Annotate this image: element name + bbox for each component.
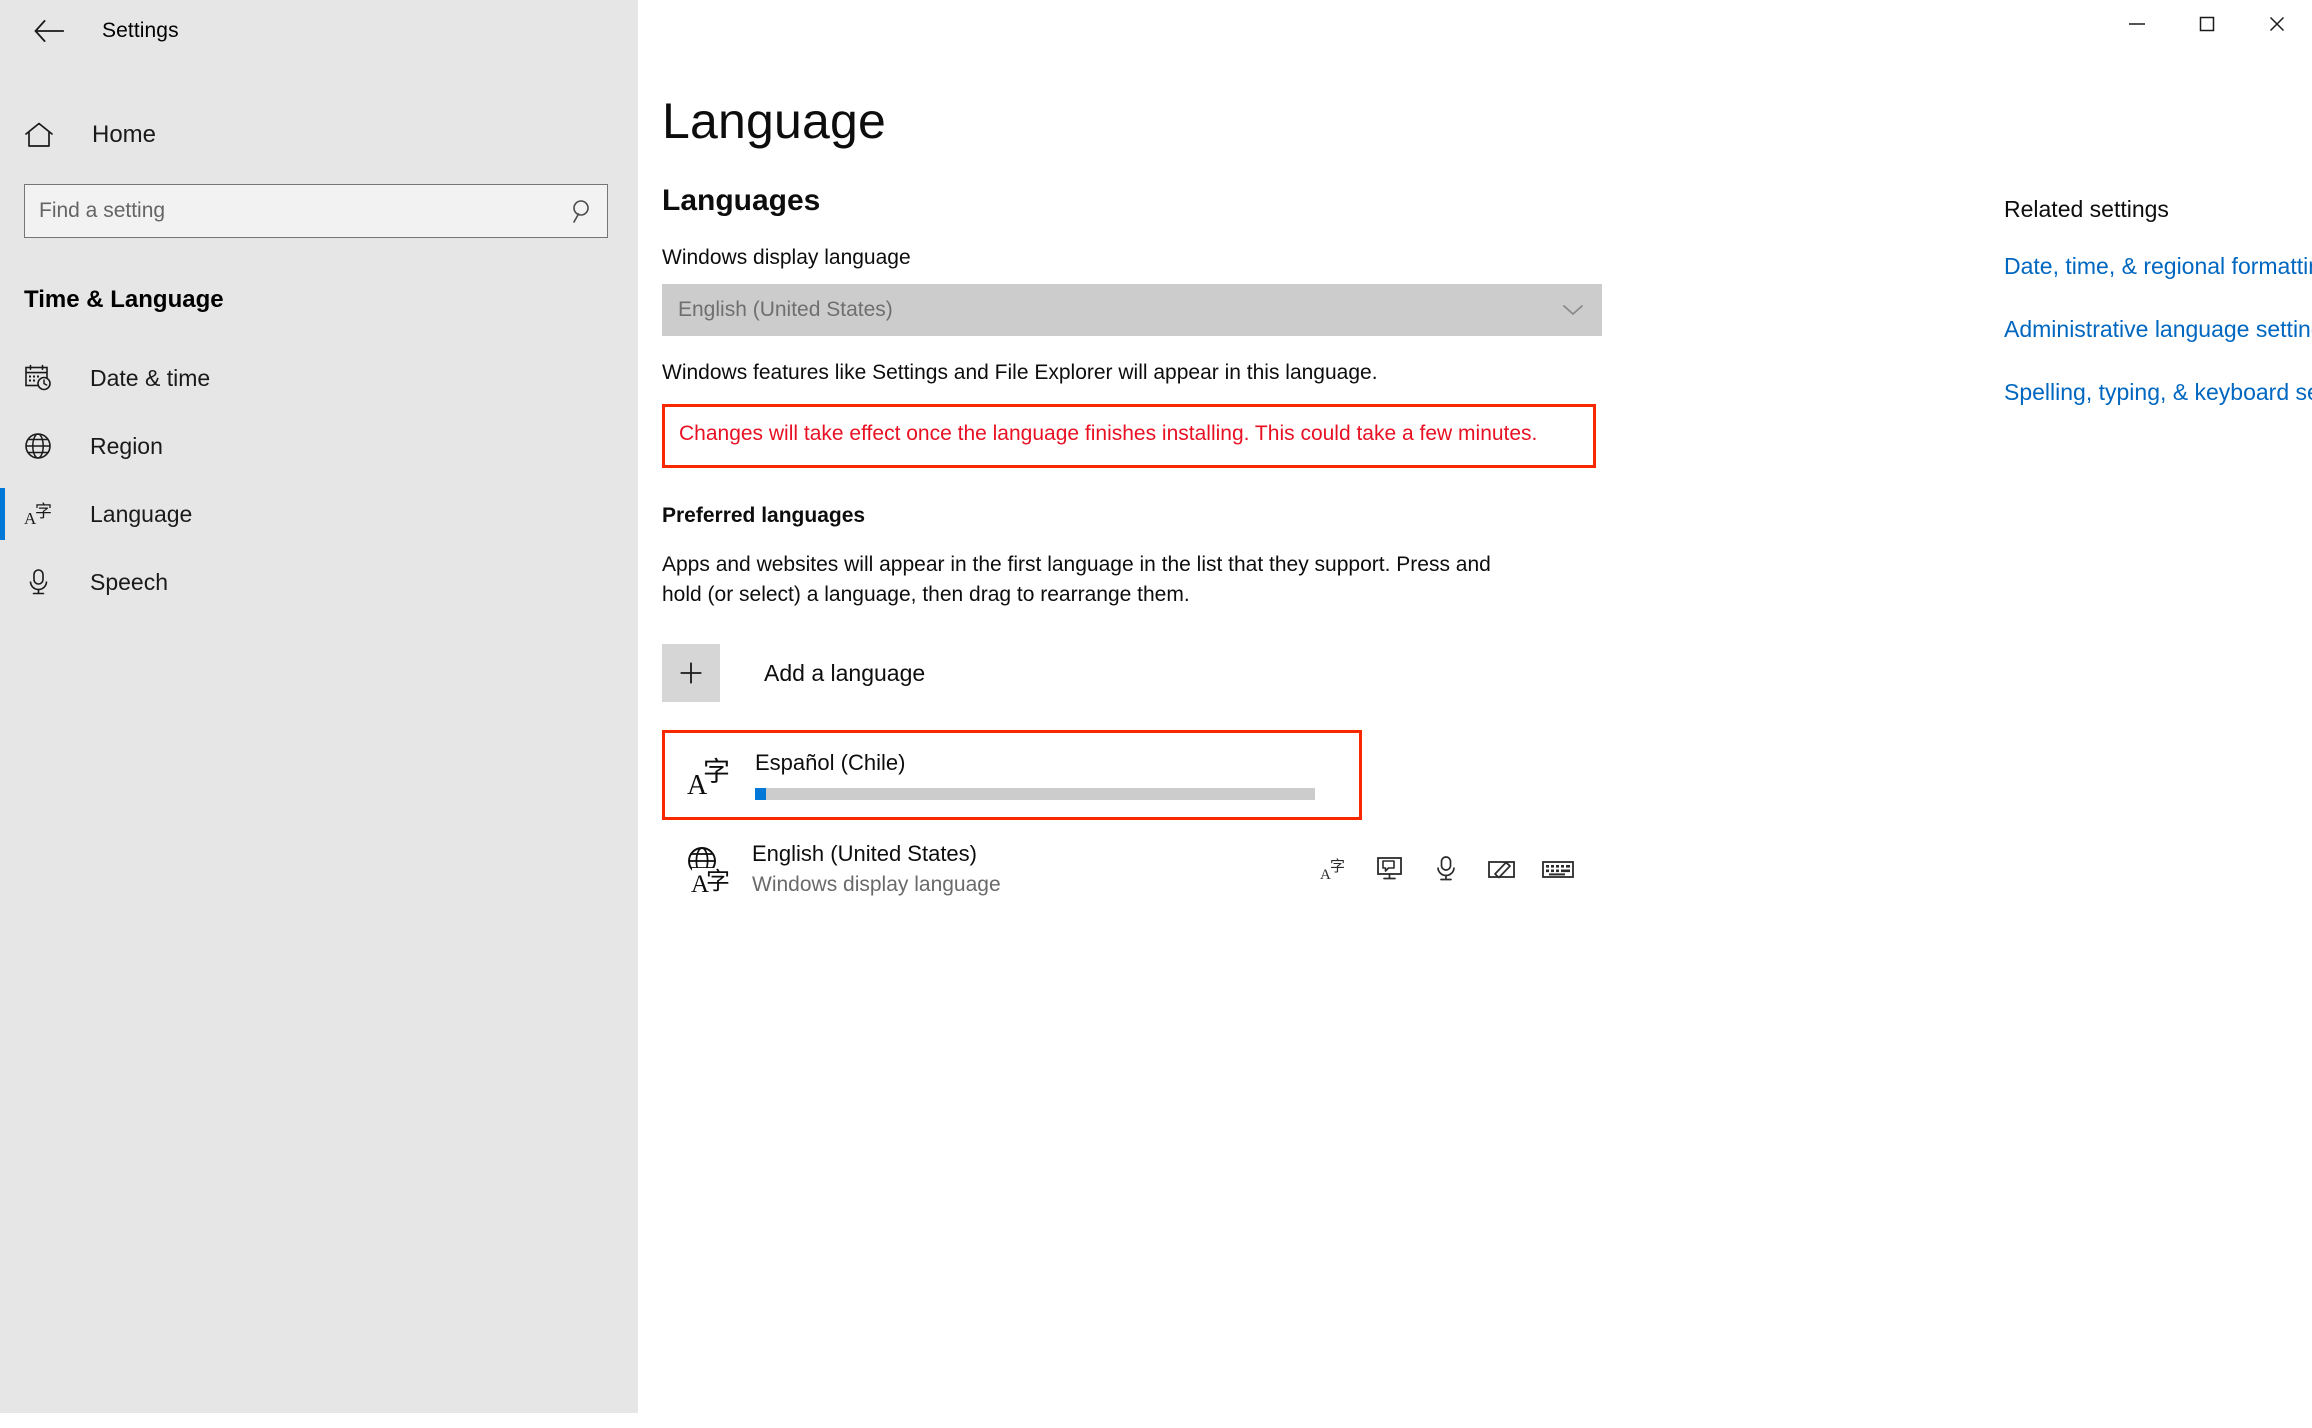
svg-text:字: 字 bbox=[1330, 857, 1345, 875]
sidebar-item-label: Home bbox=[92, 121, 157, 148]
language-info: English (United States) Windows display … bbox=[752, 841, 1314, 897]
search-box[interactable] bbox=[24, 184, 608, 238]
sidebar-nav: Date & time Region A 字 Language Speech bbox=[0, 344, 638, 616]
add-language-button[interactable]: Add a language bbox=[662, 644, 1142, 703]
related-link-date-time-regional[interactable]: Date, time, & regional formatting bbox=[2004, 253, 2312, 280]
sidebar-item-speech[interactable]: Speech bbox=[0, 548, 638, 616]
sidebar-item-label: Language bbox=[90, 500, 193, 527]
app-title: Settings bbox=[102, 19, 179, 42]
language-pack-icon[interactable]: A 字 bbox=[1314, 849, 1354, 889]
related-link-administrative-language[interactable]: Administrative language settings bbox=[2004, 316, 2312, 343]
settings-window: Settings Home Time & Language bbox=[0, 0, 2312, 1428]
preferred-languages-description: Apps and websites will appear in the fir… bbox=[662, 552, 1491, 606]
list-item[interactable]: A 字 English (United States) Windows disp… bbox=[662, 830, 1602, 908]
related-settings-title: Related settings bbox=[2004, 196, 2169, 222]
sidebar-item-language[interactable]: A 字 Language bbox=[0, 480, 638, 548]
language-name: English (United States) bbox=[752, 841, 977, 867]
sidebar-category-title: Time & Language bbox=[24, 286, 224, 313]
svg-text:字: 字 bbox=[35, 502, 52, 522]
related-link-spelling-typing-keyboard[interactable]: Spelling, typing, & keyboard settings bbox=[2004, 379, 2312, 406]
chevron-down-icon bbox=[1560, 302, 1586, 318]
language-subtitle: Windows display language bbox=[752, 873, 1001, 897]
selection-indicator bbox=[0, 488, 5, 540]
plus-icon bbox=[662, 644, 720, 703]
microphone-icon bbox=[24, 567, 68, 597]
display-language-label: Windows display language bbox=[662, 246, 911, 269]
text-to-speech-icon[interactable] bbox=[1370, 849, 1410, 889]
close-icon[interactable] bbox=[2242, 0, 2312, 48]
main-content: Language Languages Windows display langu… bbox=[638, 0, 2312, 1428]
language-info: Español (Chile) bbox=[755, 750, 1345, 801]
sidebar-item-label: Speech bbox=[90, 568, 169, 595]
language-name: Español (Chile) bbox=[755, 750, 906, 776]
language-pack-icon: A 字 bbox=[675, 749, 747, 801]
back-arrow-icon[interactable] bbox=[18, 6, 80, 56]
svg-text:字: 字 bbox=[706, 867, 730, 895]
display-language-dropdown[interactable]: English (United States) bbox=[662, 284, 1602, 336]
display-language-value: English (United States) bbox=[678, 298, 893, 321]
install-warning-text: Changes will take effect once the langua… bbox=[679, 421, 1538, 445]
home-icon bbox=[24, 121, 70, 149]
selection-indicator bbox=[0, 556, 5, 608]
selection-indicator bbox=[0, 352, 5, 404]
search-input[interactable] bbox=[25, 185, 559, 237]
preferred-languages-heading: Preferred languages bbox=[662, 503, 866, 527]
install-progress-fill bbox=[755, 788, 767, 801]
languages-section-heading: Languages bbox=[662, 184, 821, 217]
sidebar-item-home[interactable]: Home bbox=[0, 104, 638, 166]
install-progress-bar bbox=[755, 788, 1315, 801]
calendar-clock-icon bbox=[24, 363, 68, 393]
add-language-label: Add a language bbox=[764, 659, 926, 686]
page-title: Language bbox=[662, 93, 887, 149]
window-controls bbox=[2102, 0, 2312, 48]
preferred-languages-list: A 字 Español (Chile) A 字 English (United … bbox=[662, 730, 1842, 908]
speech-recognition-icon[interactable] bbox=[1426, 849, 1466, 889]
handwriting-icon[interactable] bbox=[1482, 849, 1522, 889]
display-language-description: Windows features like Settings and File … bbox=[662, 361, 1378, 384]
maximize-icon[interactable] bbox=[2172, 0, 2242, 48]
sidebar: Settings Home Time & Language bbox=[0, 0, 638, 1413]
sidebar-titlebar: Settings bbox=[0, 0, 638, 62]
globe-icon bbox=[24, 431, 68, 461]
minimize-icon[interactable] bbox=[2102, 0, 2172, 48]
selection-indicator bbox=[0, 420, 5, 472]
sidebar-item-label: Region bbox=[90, 432, 163, 459]
warning-annotation-box: Changes will take effect once the langua… bbox=[662, 403, 1596, 468]
language-icon: A 字 bbox=[24, 499, 68, 529]
search-icon[interactable] bbox=[559, 198, 607, 224]
sidebar-item-date-time[interactable]: Date & time bbox=[0, 344, 638, 412]
related-settings-panel: Related settings Date, time, & regional … bbox=[2004, 196, 2312, 406]
sidebar-item-label: Date & time bbox=[90, 364, 211, 391]
language-settings-panel: Language Languages Windows display langu… bbox=[662, 92, 1842, 908]
svg-text:字: 字 bbox=[703, 757, 730, 788]
keyboard-icon[interactable] bbox=[1538, 849, 1578, 889]
language-action-buttons: A 字 bbox=[1314, 849, 1588, 889]
sidebar-item-region[interactable]: Region bbox=[0, 412, 638, 480]
globe-language-icon: A 字 bbox=[672, 841, 744, 897]
installing-language-annotation-box: A 字 Español (Chile) bbox=[662, 730, 1362, 821]
list-item[interactable]: A 字 Español (Chile) bbox=[665, 739, 1359, 811]
